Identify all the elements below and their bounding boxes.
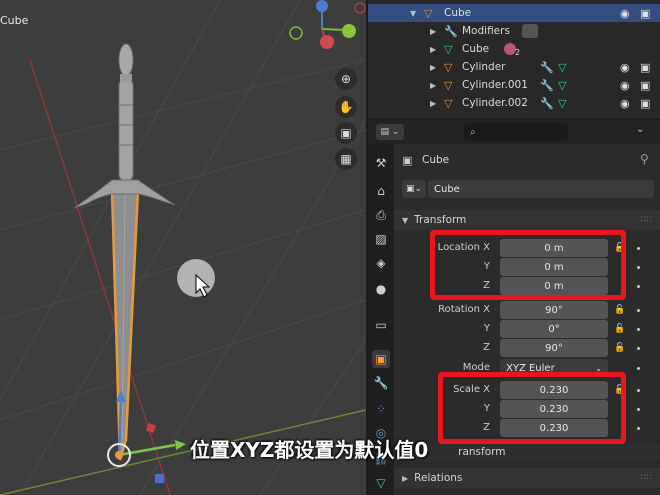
keyframe-dot[interactable] <box>637 347 640 350</box>
mesh-data-icon: ▽ <box>558 78 567 92</box>
mesh-object-icon: ▽ <box>444 96 453 110</box>
object-label: Cube <box>0 14 29 27</box>
modifier-tab-icon[interactable]: 🔧 <box>372 374 390 392</box>
object-name-title: Cube <box>422 154 450 166</box>
keyframe-dot[interactable] <box>637 328 640 331</box>
rotation-z-field[interactable]: 90° <box>500 339 608 357</box>
outliner-row-cylinder-001[interactable]: ▶ ▽ Cylinder.001 🔧 ▽ ◉ ▣ <box>368 76 660 94</box>
lock-icon[interactable]: 🔓 <box>614 343 625 353</box>
eye-icon[interactable]: ◉ <box>620 7 630 20</box>
keyframe-dot[interactable] <box>637 309 640 312</box>
outliner-row-cylinder-002[interactable]: ▶ ▽ Cylinder.002 🔧 ▽ ◉ ▣ <box>368 94 660 112</box>
mesh-object-icon: ▽ <box>444 60 453 74</box>
keyframe-dot[interactable] <box>637 427 640 430</box>
keyframe-dot[interactable] <box>637 408 640 411</box>
property-search-input[interactable]: ⌕ <box>464 123 568 141</box>
mesh-data-icon: ▽ <box>558 96 567 110</box>
delta-transform-panel-header[interactable]: ▶ ransform <box>394 442 660 462</box>
object-type-icon: ▣ <box>402 154 413 167</box>
transform-panel-title: Transform <box>414 214 467 226</box>
mesh-object-icon: ▽ <box>444 78 453 92</box>
tutorial-caption: 位置XYZ都设置为默认值0 <box>190 438 429 462</box>
outliner-row-cube[interactable]: ▼ ▽ Cube ◉ ▣ <box>368 4 660 22</box>
camera-render-icon[interactable]: ▣ <box>640 7 650 20</box>
rotation-x-field[interactable]: 90° <box>500 301 608 319</box>
zoom-icon[interactable]: ⊕ <box>335 68 357 90</box>
search-icon: ⌕ <box>470 126 476 138</box>
3d-viewport[interactable]: Cube ⊕ ✋ ▣ ▦ <box>0 0 366 495</box>
camera-render-icon[interactable]: ▣ <box>640 61 650 74</box>
eye-icon[interactable]: ◉ <box>620 97 630 110</box>
camera-render-icon[interactable]: ▣ <box>640 79 650 92</box>
sword-model <box>73 43 176 461</box>
keyframe-dot[interactable] <box>637 247 640 250</box>
camera-icon[interactable]: ▣ <box>335 122 357 144</box>
output-tab-icon[interactable]: ⎙ <box>372 206 390 224</box>
keyframe-dot[interactable] <box>637 266 640 269</box>
camera-render-icon[interactable]: ▣ <box>640 97 650 110</box>
wrench-icon: 🔧 <box>540 60 554 74</box>
mesh-object-icon: ▽ <box>424 6 433 20</box>
rotation-y-label: Y <box>483 323 490 334</box>
drag-handle-icon[interactable]: ∷∷ <box>641 473 652 483</box>
chevron-right-icon: ▶ <box>402 473 409 483</box>
eye-icon[interactable]: ◉ <box>620 79 630 92</box>
object-tab-icon[interactable]: ▣ <box>372 350 390 368</box>
world-tab-icon[interactable]: ● <box>372 280 390 298</box>
editor-type-dropdown[interactable]: ▤ ⌄ <box>376 124 404 140</box>
keyframe-dot[interactable] <box>637 389 640 392</box>
tool-tab-icon[interactable]: ⚒ <box>372 154 390 172</box>
material-count-badge: 2 <box>515 48 521 57</box>
scene-tab-icon[interactable]: ◈ <box>372 254 390 272</box>
wrench-icon: 🔧 <box>540 96 554 110</box>
rotation-z-label: Z <box>483 342 490 353</box>
delta-transform-title: ransform <box>458 446 506 458</box>
mesh-data-icon: ▽ <box>444 42 453 56</box>
location-highlight-box <box>430 230 626 300</box>
drag-handle-icon[interactable]: ∷∷ <box>641 215 652 225</box>
outliner-row-cylinder[interactable]: ▶ ▽ Cylinder 🔧 ▽ ◉ ▣ <box>368 58 660 76</box>
viewport-scene <box>0 0 366 495</box>
data-tab-icon[interactable]: ▽ <box>372 474 390 492</box>
hand-icon[interactable]: ✋ <box>335 96 357 118</box>
grid-icon[interactable]: ▦ <box>335 148 357 170</box>
wrench-icon: 🔧 <box>444 24 458 38</box>
scale-highlight-box <box>438 372 626 444</box>
outliner-row-modifiers[interactable]: ▶ 🔧 Modifiers <box>368 22 660 40</box>
object-name-field[interactable]: Cube <box>428 180 654 198</box>
lock-icon[interactable]: 🔓 <box>614 305 625 315</box>
lock-icon[interactable]: 🔓 <box>614 324 625 334</box>
rotation-y-field[interactable]: 0° <box>500 320 608 338</box>
pin-icon[interactable]: ⚲ <box>640 152 649 166</box>
properties-header: ▤ ⌄ ⌕ ⌄ <box>368 120 660 144</box>
relations-panel-header[interactable]: ▶ Relations ∷∷ <box>394 468 660 488</box>
view-layer-tab-icon[interactable]: ▨ <box>372 230 390 248</box>
object-browse-dropdown[interactable]: ▣⌄ <box>402 180 426 198</box>
transform-panel-header[interactable]: ▼ Transform ∷∷ <box>394 210 660 230</box>
chevron-down-icon: ▼ <box>402 215 409 225</box>
mesh-data-icon: ▽ <box>558 60 567 74</box>
relations-title: Relations <box>414 472 463 484</box>
wrench-icon: 🔧 <box>540 78 554 92</box>
collection-tab-icon[interactable]: ▭ <box>372 316 390 334</box>
keyframe-dot[interactable] <box>637 367 640 370</box>
outliner[interactable]: ▼ ▽ Cube ◉ ▣ ▶ 🔧 Modifiers ▶ ▽ Cube 2 ▶ … <box>368 0 660 118</box>
particles-tab-icon[interactable]: ⁘ <box>372 400 390 418</box>
outliner-row-cube-mesh[interactable]: ▶ ▽ Cube 2 <box>368 40 660 58</box>
modifier-badge-icon <box>522 24 538 38</box>
keyframe-dot[interactable] <box>637 285 640 288</box>
chevron-down-icon[interactable]: ⌄ <box>636 124 644 135</box>
eye-icon[interactable]: ◉ <box>620 61 630 74</box>
render-tab-icon[interactable]: ⌂ <box>372 182 390 200</box>
rotation-x-label: Rotation X <box>438 304 490 315</box>
